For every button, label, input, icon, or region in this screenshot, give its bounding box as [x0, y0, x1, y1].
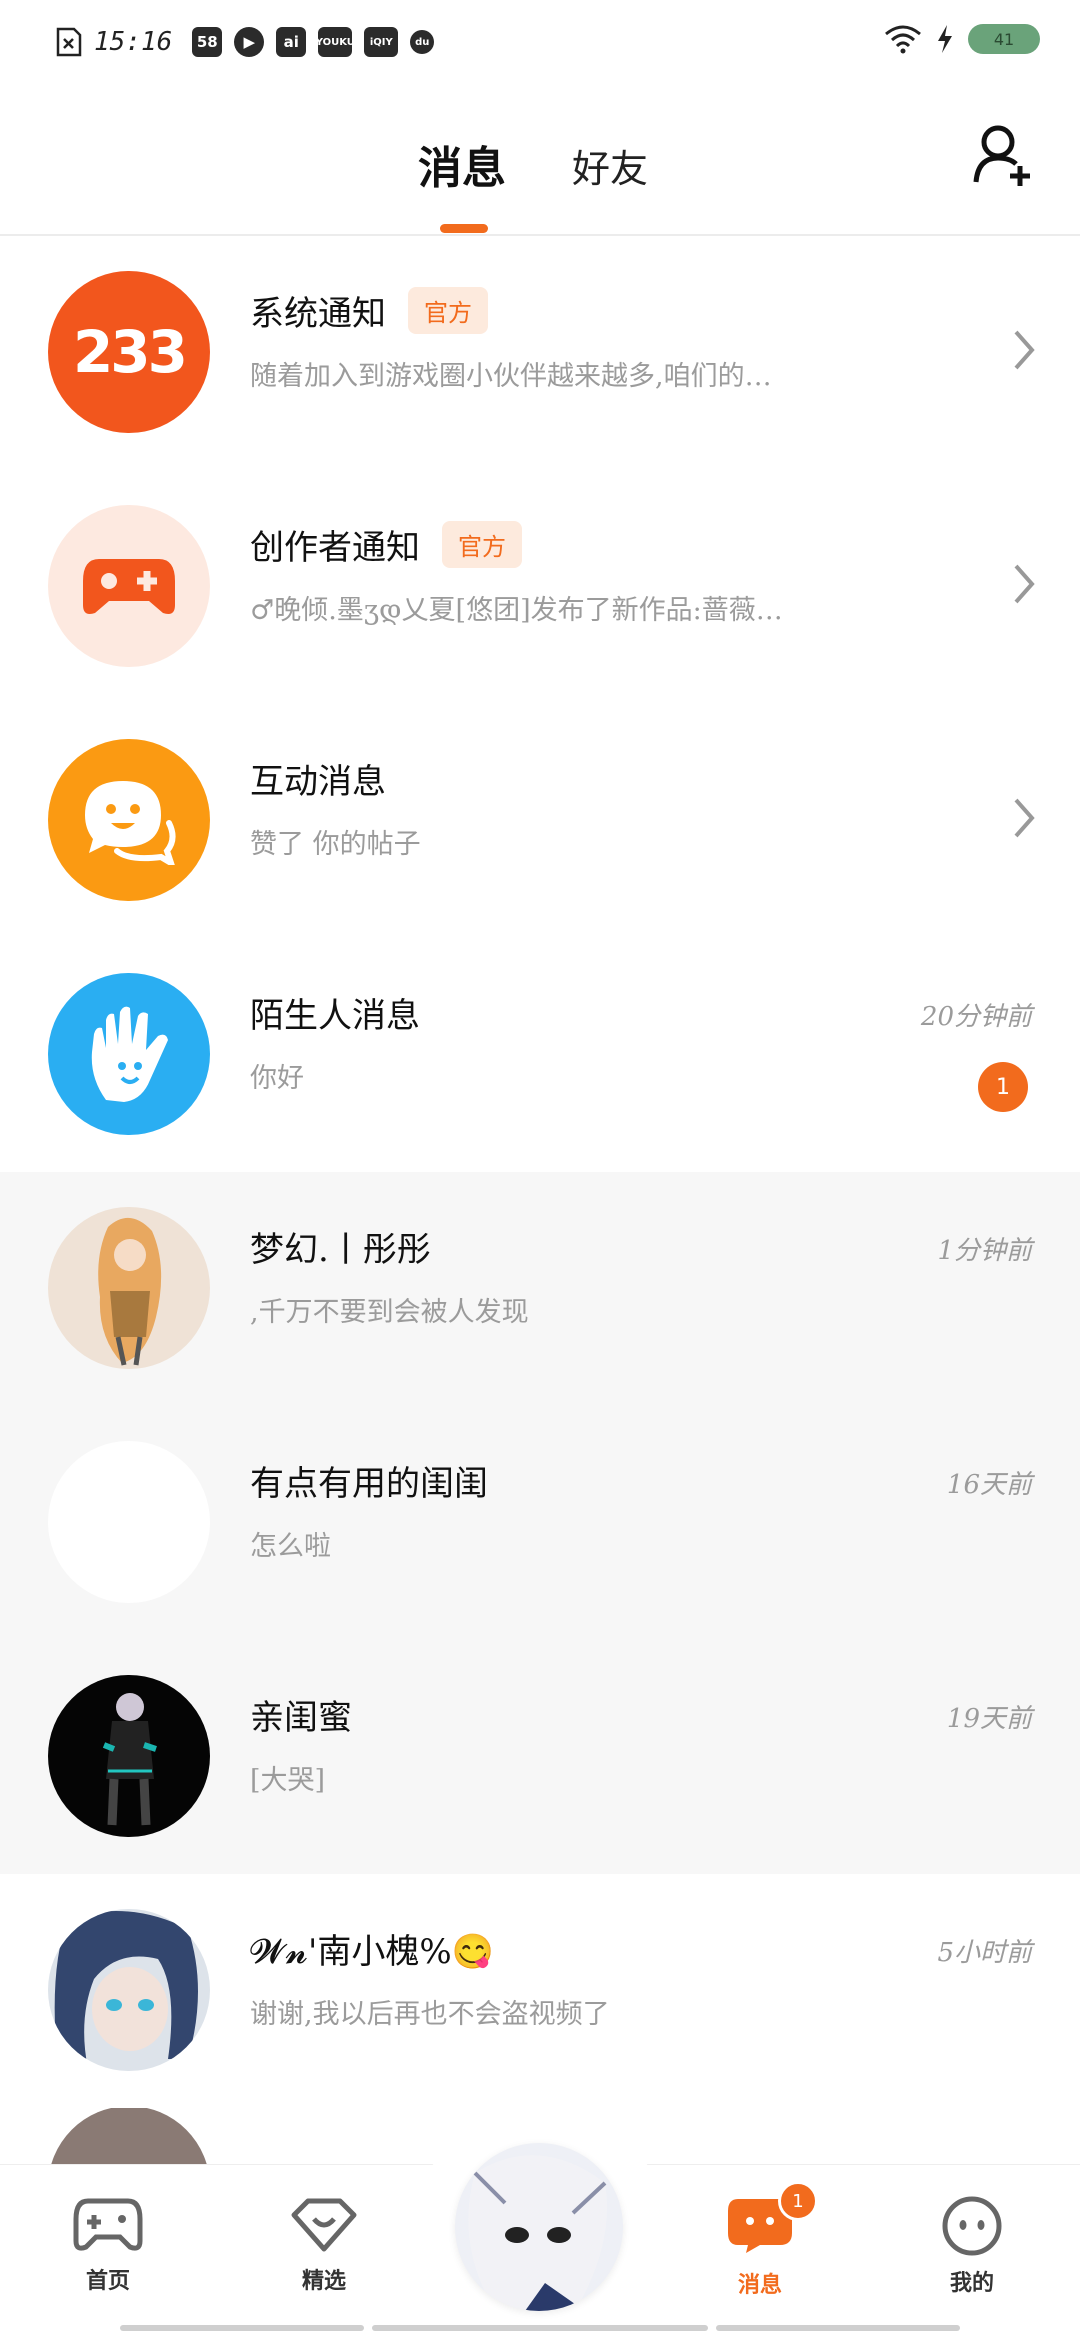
wave-hand-icon	[48, 973, 210, 1135]
avatar	[48, 2108, 210, 2168]
nav-home[interactable]: 首页	[48, 2195, 168, 2295]
conversation-preview: 你好	[250, 1063, 304, 1094]
conversation-title: 有点有用的闺闺	[250, 1464, 488, 1504]
nav-label: 精选	[301, 2268, 346, 2294]
tab-friends[interactable]: 好友	[572, 138, 648, 193]
conversation-title: 𝓦𝓷'南小槐%😋	[250, 1932, 494, 1972]
charging-icon	[938, 25, 952, 53]
message-time: 16天前	[946, 1470, 1032, 1500]
nav-unread-badge: 1	[778, 2181, 818, 2221]
home-indicator	[716, 2325, 960, 2331]
list-item[interactable]: 𝓦𝓷'南小槐%😋 谢谢,我以后再也不会盗视频了 5小时前	[0, 1874, 1080, 2108]
home-indicator	[372, 2325, 708, 2331]
sim-missing-icon	[56, 27, 82, 57]
conversation-preview: ,千万不要到会被人发现	[250, 1297, 529, 1328]
list-item[interactable]: 亲闺蜜 [大哭] 19天前	[0, 1640, 1080, 1874]
nav-label: 消息	[737, 2272, 782, 2298]
avatar	[48, 1207, 210, 1369]
active-tab-indicator	[440, 224, 488, 233]
list-item[interactable]: 有点有用的闺闺 怎么啦 16天前	[0, 1406, 1080, 1640]
conversation-title: 梦幻.丨彤彤	[250, 1230, 431, 1270]
system-logo-avatar: 233	[48, 271, 210, 433]
list-item[interactable]: 创作者通知 官方 ♂晚倾.墨ʒდ乂夏[悠团]发布了新作品:蔷薇…	[0, 470, 1080, 704]
video-play-icon: ▶	[234, 27, 265, 57]
add-user-icon[interactable]	[970, 120, 1040, 190]
wifi-icon	[885, 25, 921, 54]
nav-featured[interactable]: 精选	[264, 2195, 384, 2295]
tab-messages[interactable]: 消息	[418, 132, 506, 196]
chevron-right-icon	[1014, 564, 1035, 604]
conversation-preview: 怎么啦	[250, 1531, 331, 1562]
conversation-preview: 随着加入到游戏圈小伙伴越来越多,咱们的…	[250, 361, 772, 392]
chat-smile-icon	[48, 739, 210, 901]
conversation-list: 233 系统通知 官方 随着加入到游戏圈小伙伴越来越多,咱们的… 创作者通知 官…	[0, 236, 1080, 2168]
chevron-right-icon	[1014, 330, 1035, 370]
message-time: 19天前	[946, 1704, 1032, 1734]
avatar	[48, 1441, 210, 1603]
nav-profile[interactable]: 我的	[912, 2195, 1032, 2297]
avatar	[48, 1909, 210, 2071]
conversation-title: 系统通知	[250, 294, 386, 334]
youku-icon: YOUKU	[316, 27, 355, 57]
avatar	[48, 1675, 210, 1837]
nav-messages[interactable]: 1 消息	[700, 2181, 820, 2299]
conversation-title: 创作者通知	[250, 528, 420, 568]
nav-label: 我的	[949, 2270, 994, 2296]
app-58-icon: 58	[192, 27, 223, 57]
conversation-title: 亲闺蜜	[250, 1698, 352, 1738]
center-avatar-button[interactable]	[455, 2143, 623, 2311]
profile-face-icon	[942, 2196, 1002, 2256]
official-badge: 官方	[408, 287, 488, 334]
gamepad-plus-icon	[48, 505, 210, 667]
list-item[interactable]: 梦幻.丨彤彤 ,千万不要到会被人发现 1分钟前	[0, 1172, 1080, 1406]
official-badge: 官方	[442, 521, 522, 568]
conversation-preview: ♂晚倾.墨ʒდ乂夏[悠团]发布了新作品:蔷薇…	[250, 595, 783, 626]
location-du-icon: du	[410, 30, 435, 54]
iqiyi-icon: iQIY	[364, 27, 399, 57]
conversation-preview: 赞了 你的帖子	[250, 829, 421, 860]
status-bar: 15:16 58 ▶ ai YOUKU iQIY du 41	[0, 0, 1080, 84]
conversation-title: 互动消息	[250, 762, 386, 802]
nav-label: 首页	[85, 2268, 130, 2294]
battery-indicator: 41	[968, 24, 1040, 54]
home-indicator	[120, 2325, 364, 2331]
top-header: 消息 好友	[0, 84, 1080, 236]
message-time: 5小时前	[937, 1938, 1032, 1968]
message-time: 20分钟前	[920, 1002, 1032, 1032]
chevron-right-icon	[1014, 798, 1035, 838]
list-item[interactable]: 互动消息 赞了 你的帖子	[0, 704, 1080, 938]
status-time: 15:16	[94, 27, 173, 57]
list-item[interactable]: 陌生人消息 你好 20分钟前 1	[0, 938, 1080, 1172]
unread-badge: 1	[978, 1062, 1028, 1112]
gamepad-icon	[73, 2198, 143, 2251]
list-item[interactable]: 233 系统通知 官方 随着加入到游戏圈小伙伴越来越多,咱们的…	[0, 236, 1080, 470]
bottom-nav: 首页 精选 1 消息 我的	[0, 2115, 1080, 2341]
ai-app-icon: ai	[276, 27, 307, 57]
heart-diamond-icon	[291, 2198, 357, 2252]
conversation-preview: [大哭]	[250, 1765, 326, 1796]
conversation-title: 陌生人消息	[250, 996, 420, 1036]
message-time: 1分钟前	[937, 1236, 1032, 1266]
conversation-preview: 谢谢,我以后再也不会盗视频了	[250, 1999, 610, 2030]
